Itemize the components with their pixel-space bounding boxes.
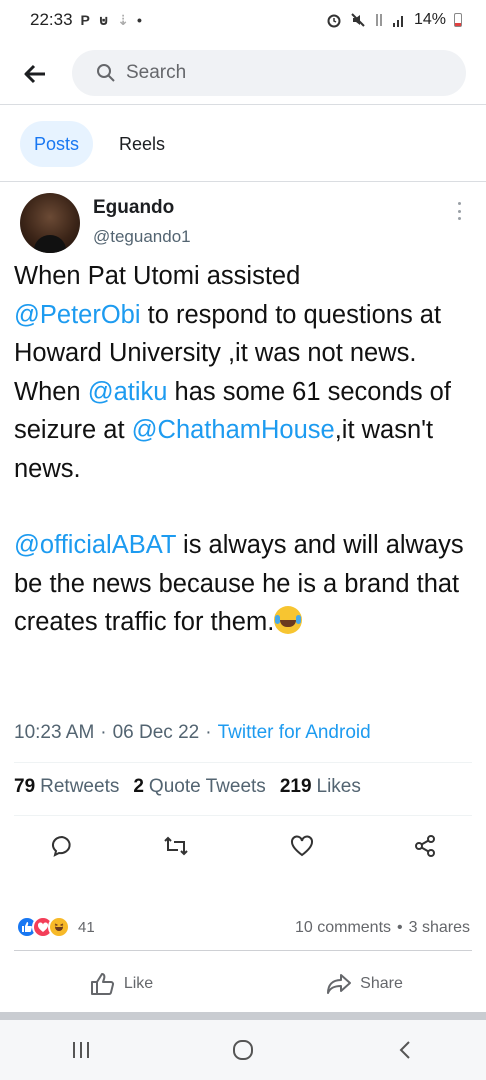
author-handle[interactable]: @teguando1 bbox=[93, 227, 191, 247]
share-arrow-icon bbox=[327, 974, 352, 994]
tweet-paragraph-2: When @atiku has some 61 seconds of seizu… bbox=[14, 373, 476, 489]
home-icon bbox=[233, 1040, 253, 1060]
reactions-summary[interactable]: 41 bbox=[16, 916, 95, 938]
recent-apps-icon bbox=[73, 1042, 89, 1058]
header-divider bbox=[0, 104, 486, 105]
kebab-dot-icon bbox=[457, 202, 461, 205]
tweet-date: 06 Dec 22 bbox=[112, 722, 200, 743]
retweet-icon bbox=[164, 836, 188, 856]
status-right: 14% bbox=[326, 11, 462, 29]
back-button[interactable] bbox=[0, 45, 70, 103]
footer-divider bbox=[14, 950, 472, 951]
tweet-stats: 79 Retweets 2 Quote Tweets 219 Likes bbox=[14, 776, 361, 798]
parking-notification-icon: P bbox=[80, 12, 90, 28]
search-input[interactable]: Search bbox=[72, 50, 466, 96]
share-tweet-button[interactable] bbox=[410, 831, 440, 861]
app-notification-icon: ⊍ bbox=[97, 11, 110, 28]
shares-count[interactable]: 3 shares bbox=[409, 919, 470, 937]
kebab-dot-icon bbox=[457, 209, 461, 213]
battery-icon bbox=[454, 13, 462, 27]
quote-tweets-stat[interactable]: 2 Quote Tweets bbox=[133, 776, 265, 798]
tab-posts[interactable]: Posts bbox=[20, 121, 94, 167]
back-arrow-icon bbox=[24, 64, 45, 84]
summary-separator: • bbox=[397, 919, 403, 936]
tweet-divider bbox=[14, 762, 472, 763]
avatar[interactable] bbox=[20, 193, 80, 253]
tweet-text-segment: When bbox=[14, 377, 88, 406]
search-header: Search bbox=[0, 45, 486, 103]
nav-divider bbox=[0, 1012, 486, 1020]
share-post-label: Share bbox=[360, 975, 403, 992]
tweet-divider bbox=[14, 815, 472, 816]
tweet-paragraph-3: @officialABAT is always and will always … bbox=[14, 526, 476, 642]
tweet-action-bar bbox=[0, 825, 486, 869]
mention-officialabat[interactable]: @officialABAT bbox=[14, 531, 176, 559]
home-button[interactable] bbox=[213, 1025, 273, 1075]
reply-button[interactable] bbox=[47, 831, 77, 861]
status-left: 22:33 P ⊍ ⇣ • bbox=[30, 10, 142, 30]
recent-apps-button[interactable] bbox=[51, 1025, 111, 1075]
comments-count[interactable]: 10 comments bbox=[295, 919, 391, 937]
tweet-time: 10:23 AM bbox=[14, 722, 95, 743]
mute-icon bbox=[351, 13, 365, 27]
retweets-count: 79 bbox=[14, 776, 36, 797]
likes-stat[interactable]: 219 Likes bbox=[280, 776, 361, 798]
meta-separator: · bbox=[205, 722, 212, 743]
tweet-timestamp: 10:23 AM · 06 Dec 22 · Twitter for Andro… bbox=[14, 722, 371, 744]
quote-tweets-label: Quote Tweets bbox=[148, 776, 266, 797]
meta-separator: · bbox=[100, 722, 107, 743]
search-placeholder: Search bbox=[126, 62, 187, 83]
haha-reaction-icon bbox=[48, 916, 70, 938]
like-icon bbox=[291, 835, 313, 857]
mention-atiku[interactable]: @atiku bbox=[88, 378, 168, 406]
like-post-button[interactable]: Like bbox=[0, 960, 243, 1008]
tweet-paragraph-1: When Pat Utomi assisted @PeterObi to resp… bbox=[14, 257, 476, 373]
tweet-text-segment: When Pat Utomi assisted bbox=[14, 262, 301, 290]
status-bar: 22:33 P ⊍ ⇣ • 14% bbox=[0, 0, 486, 40]
author-name[interactable]: Eguando bbox=[93, 197, 174, 219]
reply-icon bbox=[51, 835, 71, 857]
search-icon bbox=[97, 64, 115, 82]
like-button[interactable] bbox=[287, 831, 317, 861]
download-icon: ⇣ bbox=[117, 11, 129, 28]
signal-icon bbox=[392, 16, 403, 27]
joy-emoji-icon bbox=[274, 606, 303, 634]
android-nav-bar bbox=[0, 1020, 486, 1080]
comments-shares-summary: 10 comments • 3 shares bbox=[295, 919, 470, 937]
tweet-text: When Pat Utomi assisted @PeterObi to resp… bbox=[14, 257, 476, 642]
like-post-label: Like bbox=[123, 975, 154, 992]
kebab-dot-icon bbox=[457, 217, 461, 220]
quote-tweets-count: 2 bbox=[133, 776, 144, 797]
likes-count: 219 bbox=[279, 776, 312, 797]
battery-percent: 14% bbox=[413, 11, 446, 28]
post-action-bar: Like Share bbox=[0, 960, 486, 1008]
data-arrows-icon bbox=[376, 14, 382, 26]
tab-reels[interactable]: Reels bbox=[105, 121, 179, 167]
thumbs-up-icon bbox=[90, 973, 114, 995]
retweets-stat[interactable]: 79 Retweets bbox=[14, 776, 119, 798]
status-time: 22:33 bbox=[30, 10, 73, 29]
share-icon bbox=[415, 835, 435, 857]
tab-bar: Posts Reels bbox=[20, 121, 179, 167]
share-post-button[interactable]: Share bbox=[243, 960, 486, 1008]
reaction-count: 41 bbox=[78, 918, 95, 936]
retweets-label: Retweets bbox=[40, 776, 120, 797]
mention-chathamhouse[interactable]: @ChathamHouse bbox=[132, 416, 335, 444]
alarm-icon bbox=[327, 14, 341, 28]
tabs-divider bbox=[0, 181, 486, 182]
retweet-button[interactable] bbox=[161, 831, 191, 861]
system-back-button[interactable] bbox=[375, 1025, 435, 1075]
mention-peterobi[interactable]: @PeterObi bbox=[14, 301, 141, 329]
tweet-source-app[interactable]: Twitter for Android bbox=[218, 722, 371, 744]
likes-label: Likes bbox=[316, 776, 361, 797]
more-notifications-icon: • bbox=[137, 12, 142, 28]
more-options-button[interactable] bbox=[452, 199, 466, 223]
chevron-left-icon bbox=[399, 1041, 410, 1059]
